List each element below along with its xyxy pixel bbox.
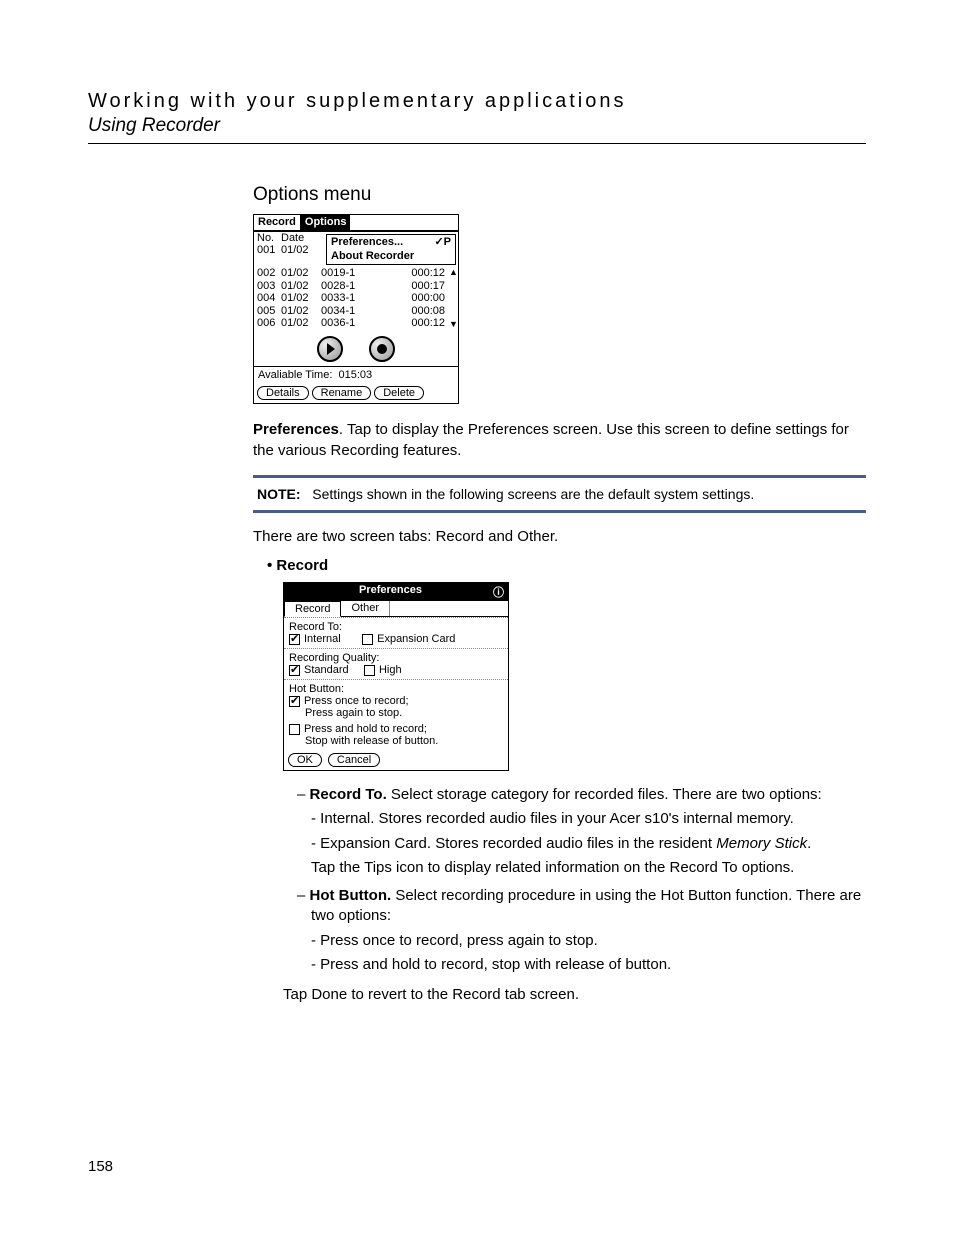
titlebar: Record Options bbox=[254, 215, 458, 232]
record-icon bbox=[377, 344, 387, 354]
options-dropdown: Preferences... ✓P About Recorder bbox=[326, 234, 456, 265]
record-button[interactable] bbox=[369, 336, 395, 362]
record-to-item: Record To. Select storage category for r… bbox=[297, 785, 866, 805]
internal-desc: - Internal. Stores recorded audio files … bbox=[311, 809, 866, 829]
tab-record[interactable]: Record bbox=[254, 215, 301, 230]
available-time-label: Avaliable Time: bbox=[258, 369, 332, 381]
hot-opt1-checkbox[interactable] bbox=[289, 696, 300, 707]
record-to-head: Record To. bbox=[310, 786, 387, 803]
note-lead: NOTE: bbox=[257, 486, 301, 502]
col-no: No. bbox=[257, 232, 281, 245]
options-menu-screenshot: Record Options No. Date 001 01/02 Pr bbox=[253, 214, 459, 404]
available-time-value: 015:03 bbox=[339, 369, 373, 381]
internal-checkbox[interactable] bbox=[289, 634, 300, 645]
page-number: 158 bbox=[88, 1158, 113, 1175]
play-icon bbox=[327, 343, 335, 355]
header-subtitle: Using Recorder bbox=[88, 115, 866, 137]
page-header: Working with your supplementary applicat… bbox=[88, 90, 866, 144]
preferences-screenshot: Preferences ⓘ Record Other Record To: In… bbox=[283, 582, 509, 771]
info-icon[interactable]: ⓘ bbox=[493, 584, 504, 600]
scroll-up-icon[interactable]: ▲ bbox=[449, 268, 457, 277]
tips-desc: Tap the Tips icon to display related inf… bbox=[311, 858, 866, 878]
hot-opt2-checkbox[interactable] bbox=[289, 724, 300, 735]
hot-button-body: Select recording procedure in using the … bbox=[311, 887, 861, 924]
record-to-body: Select storage category for recorded fil… bbox=[387, 786, 822, 803]
expansion-desc: - Expansion Card. Stores recorded audio … bbox=[311, 834, 866, 854]
header-title: Working with your supplementary applicat… bbox=[88, 90, 866, 113]
hot-button-head: Hot Button. bbox=[310, 887, 392, 904]
high-label: High bbox=[379, 664, 402, 676]
file-row[interactable]: 00201/020019-1000:12 bbox=[254, 267, 448, 280]
hot-opt2a: Press and hold to record; bbox=[304, 723, 427, 735]
pref-tab-record[interactable]: Record bbox=[284, 601, 341, 617]
hot-opt2b: Stop with release of button. bbox=[289, 735, 503, 747]
file-row[interactable]: 00301/020028-1000:17 bbox=[254, 280, 448, 293]
hot-button-label: Hot Button: bbox=[289, 683, 503, 695]
hot-opt1-desc: - Press once to record, press again to s… bbox=[311, 931, 866, 951]
file-row[interactable]: 00401/020033-1000:00 bbox=[254, 292, 448, 305]
menu-preferences[interactable]: Preferences... ✓P bbox=[327, 235, 455, 250]
ok-button[interactable]: OK bbox=[288, 753, 322, 767]
rename-button[interactable]: Rename bbox=[312, 386, 372, 401]
hot-opt1b: Press again to stop. bbox=[289, 707, 503, 719]
pref-tab-other[interactable]: Other bbox=[341, 601, 390, 616]
menu-about[interactable]: About Recorder bbox=[327, 249, 455, 264]
preferences-paragraph: Preferences. Tap to display the Preferen… bbox=[253, 420, 866, 461]
pref-title: Preferences bbox=[288, 584, 493, 600]
menu-preferences-label: Preferences... bbox=[331, 236, 403, 249]
file-row[interactable]: 00501/020034-1000:08 bbox=[254, 305, 448, 318]
tabs-sentence: There are two screen tabs: Record and Ot… bbox=[253, 527, 866, 547]
scrollbar[interactable]: ▲ ▼ bbox=[448, 267, 458, 330]
record-bullet: Record bbox=[267, 557, 866, 574]
row-no: 001 bbox=[257, 244, 281, 257]
tab-options[interactable]: Options bbox=[301, 215, 351, 230]
cancel-button[interactable]: Cancel bbox=[328, 753, 380, 767]
note-body: Settings shown in the following screens … bbox=[312, 486, 754, 502]
hot-button-item: Hot Button. Select recording procedure i… bbox=[297, 886, 866, 927]
done-line: Tap Done to revert to the Record tab scr… bbox=[283, 985, 866, 1005]
menu-about-label: About Recorder bbox=[331, 250, 414, 263]
scroll-down-icon[interactable]: ▼ bbox=[449, 320, 457, 329]
hot-opt1a: Press once to record; bbox=[304, 695, 409, 707]
preferences-lead: Preferences bbox=[253, 421, 339, 438]
record-to-label: Record To: bbox=[289, 621, 503, 633]
hot-opt2-desc: - Press and hold to record, stop with re… bbox=[311, 955, 866, 975]
details-button[interactable]: Details bbox=[257, 386, 309, 401]
header-rule bbox=[88, 143, 866, 144]
section-heading: Options menu bbox=[253, 184, 866, 206]
col-date: Date bbox=[281, 232, 321, 245]
note-strip: NOTE: Settings shown in the following sc… bbox=[253, 475, 866, 513]
play-button[interactable] bbox=[317, 336, 343, 362]
available-time: Avaliable Time: 015:03 bbox=[254, 366, 458, 384]
internal-label: Internal bbox=[304, 633, 341, 645]
menu-preferences-shortcut: ✓P bbox=[434, 236, 451, 249]
high-checkbox[interactable] bbox=[364, 665, 375, 676]
preferences-rest: . Tap to display the Preferences screen.… bbox=[253, 421, 849, 458]
standard-label: Standard bbox=[304, 664, 349, 676]
delete-button[interactable]: Delete bbox=[374, 386, 424, 401]
standard-checkbox[interactable] bbox=[289, 665, 300, 676]
file-row[interactable]: 00601/020036-1000:12 bbox=[254, 317, 448, 330]
expansion-label: Expansion Card bbox=[377, 633, 455, 645]
quality-label: Recording Quality: bbox=[289, 652, 503, 664]
row-date: 01/02 bbox=[281, 244, 321, 257]
expansion-checkbox[interactable] bbox=[362, 634, 373, 645]
